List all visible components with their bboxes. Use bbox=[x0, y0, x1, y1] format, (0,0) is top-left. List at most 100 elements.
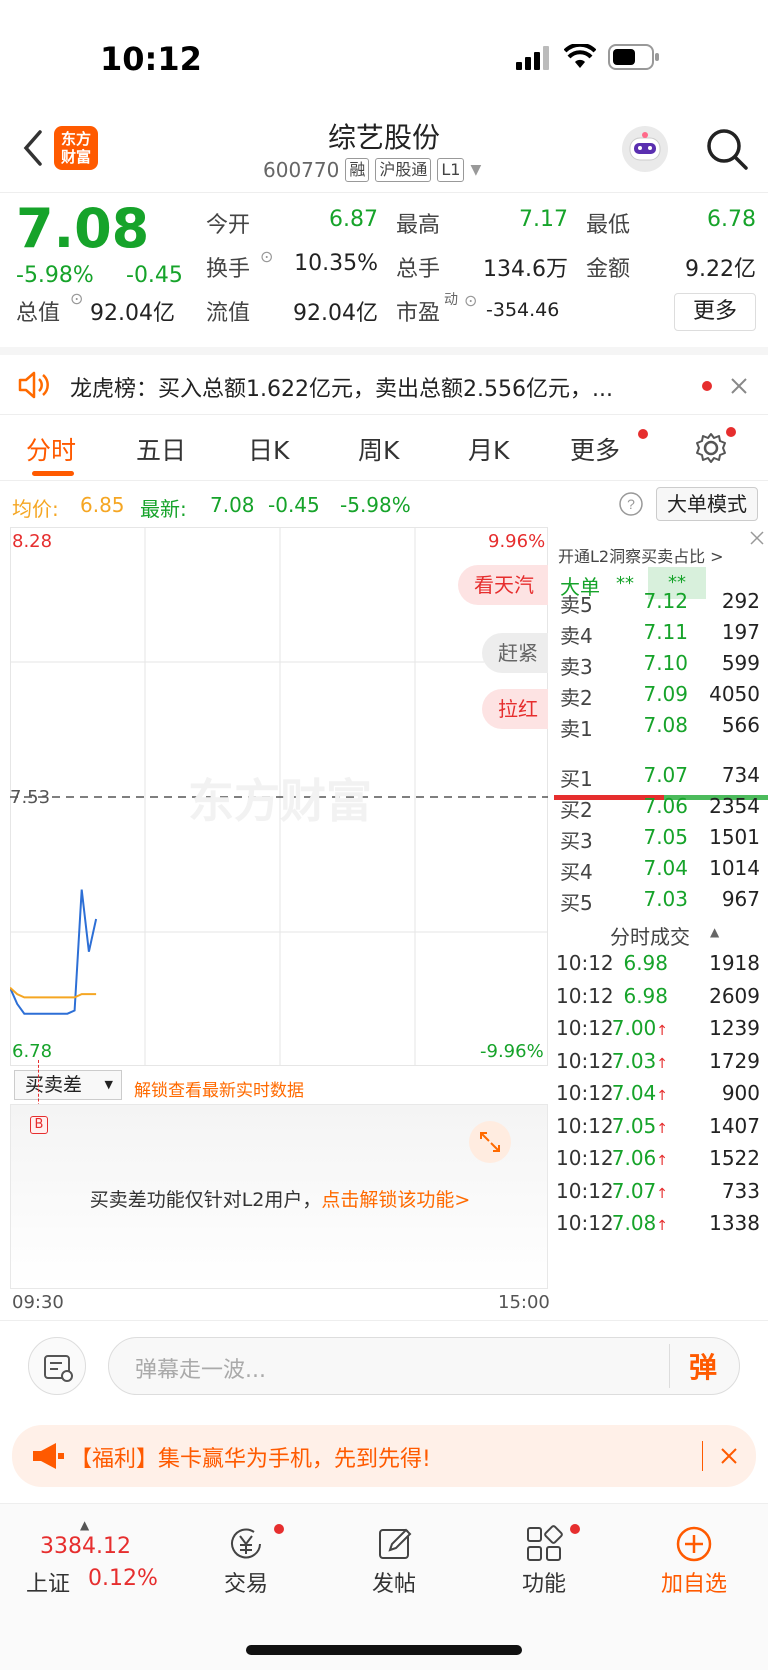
bid-price: 7.06 bbox=[643, 794, 688, 818]
arrow-up-icon: ↑ bbox=[656, 1218, 668, 1234]
danmaku-input-placeholder: 弹幕走一波... bbox=[135, 1358, 266, 1383]
expand-icon[interactable] bbox=[469, 1121, 511, 1163]
close-icon[interactable] bbox=[720, 1447, 738, 1465]
indicator-select[interactable]: 买卖差 ▼ bbox=[14, 1070, 122, 1100]
notes-icon[interactable] bbox=[28, 1337, 86, 1395]
bid-volume: 734 bbox=[721, 763, 760, 787]
tick-price: 7.08↑ bbox=[600, 1211, 668, 1235]
ticks-title[interactable]: 分时成交 bbox=[610, 921, 690, 950]
tab-five-day[interactable]: 五日 bbox=[136, 431, 186, 467]
intraday-info-row: 均价: 6.85 最新: 7.08 -0.45 -5.98% ? 大单模式 bbox=[0, 481, 768, 527]
tick-volume: 900 bbox=[721, 1081, 760, 1105]
more-button[interactable]: 更多 bbox=[674, 293, 756, 331]
grid-apps-icon bbox=[527, 1525, 563, 1561]
bid-level-label: 买2 bbox=[560, 798, 593, 822]
tick-price: 6.98 bbox=[600, 984, 668, 1008]
tick-price: 7.04↑ bbox=[600, 1081, 668, 1105]
tick-row: 10:12 7.00↑ 1239 bbox=[550, 1016, 768, 1046]
tick-price-value: 6.98 bbox=[623, 951, 668, 975]
intraday-chart[interactable]: 东方财富 8.28 7.53 6.78 9.96% -9.96% 看天汽 赶紧 … bbox=[10, 527, 548, 1067]
assistant-robot-icon[interactable] bbox=[622, 126, 668, 172]
tick-price-value: 7.05 bbox=[611, 1113, 657, 1138]
settings-gear-icon[interactable] bbox=[694, 431, 728, 465]
status-bar: 10:12 bbox=[0, 0, 768, 110]
unread-dot bbox=[638, 429, 648, 439]
chevron-down-icon[interactable]: ▼ bbox=[470, 162, 481, 178]
danmaku-send-button[interactable]: 弹 bbox=[689, 1346, 717, 1386]
search-icon[interactable] bbox=[704, 126, 750, 172]
tab-monthly-k[interactable]: 月K bbox=[468, 431, 509, 467]
pct-top-label: 9.96% bbox=[488, 531, 546, 552]
help-icon[interactable]: ? bbox=[618, 491, 644, 517]
index-name: 上证 bbox=[26, 1572, 71, 1597]
tick-row: 10:12 7.03↑ 1729 bbox=[550, 1049, 768, 1079]
y-axis-top-label: 8.28 bbox=[12, 531, 53, 552]
latest-percent: -5.98% bbox=[340, 493, 411, 517]
stock-code: 600770 bbox=[263, 158, 340, 182]
caret-up-icon[interactable]: ▲ bbox=[710, 925, 719, 939]
tab-daily-k[interactable]: 日K bbox=[248, 431, 289, 467]
order-book-panel: 开通L2洞察买卖占比 > 大单 ** ** 卖5 7.12 292 卖4 7.11 197… bbox=[550, 527, 768, 1317]
speaker-icon bbox=[18, 371, 49, 399]
unlock-feature-link[interactable]: 点击解锁该功能> bbox=[321, 1189, 470, 1211]
high-value: 7.17 bbox=[519, 207, 568, 232]
yen-cycle-icon bbox=[231, 1528, 261, 1559]
chevron-down-icon: ▼ bbox=[104, 1078, 113, 1091]
mktcap-label: 总值 bbox=[16, 301, 61, 326]
latest-change: -0.45 bbox=[268, 493, 320, 517]
latest-label: 最新: bbox=[140, 497, 187, 521]
unlock-realtime-link[interactable]: 解锁查看最新实时数据 bbox=[134, 1076, 304, 1101]
tab-weekly-k[interactable]: 周K bbox=[358, 431, 399, 467]
pe-value: -354.46 bbox=[486, 299, 560, 321]
tick-volume: 1338 bbox=[709, 1211, 760, 1235]
danmaku-bubble[interactable]: 赶紧 bbox=[482, 633, 548, 673]
unread-dot bbox=[726, 427, 736, 437]
promo-banner[interactable]: 【福利】集卡赢华为手机，先到先得! bbox=[12, 1425, 756, 1487]
ask-row: 卖5 7.12 292 bbox=[550, 589, 768, 619]
ask-row: 卖4 7.11 197 bbox=[550, 620, 768, 650]
big-order-mode-button[interactable]: 大单模式 bbox=[656, 487, 758, 521]
ask-level-label: 卖1 bbox=[560, 717, 593, 741]
danmaku-input[interactable]: 弹幕走一波... 弹 bbox=[108, 1337, 740, 1395]
arrow-up-icon: ↑ bbox=[656, 1185, 668, 1202]
open-value: 6.87 bbox=[329, 207, 378, 232]
amount-value: 9.22亿 bbox=[685, 257, 756, 282]
stock-code-row: 600770 融 沪股通 L1 ▼ bbox=[263, 158, 481, 182]
tick-price: 7.06↑ bbox=[600, 1146, 668, 1170]
tick-price: 7.00↑ bbox=[600, 1016, 668, 1040]
tick-row: 10:12 7.08↑ 1338 bbox=[550, 1211, 768, 1241]
tick-row: 10:12 6.98 2609 bbox=[550, 984, 768, 1014]
ask-volume: 4050 bbox=[709, 682, 760, 706]
info-icon[interactable]: ⊙ bbox=[464, 291, 477, 310]
tab-more[interactable]: 更多 bbox=[570, 431, 620, 467]
tick-volume: 1407 bbox=[709, 1113, 760, 1138]
caret-up-icon: ▲ bbox=[80, 1518, 90, 1532]
quote-panel: 7.08 -5.98% -0.45 今开 6.87 最高 7.17 最低 6.7… bbox=[0, 192, 768, 347]
tag-hk-connect: 沪股通 bbox=[375, 158, 432, 182]
bid-price: 7.05 bbox=[643, 825, 688, 849]
time-axis-end: 15:00 bbox=[498, 1292, 550, 1313]
open-label: 今开 bbox=[206, 213, 251, 238]
tick-price-value: 7.06 bbox=[611, 1146, 657, 1170]
bid-level-label: 买1 bbox=[560, 767, 593, 791]
danmaku-bubble[interactable]: 看天汽 bbox=[458, 565, 548, 605]
tick-row: 10:12 7.05↑ 1407 bbox=[550, 1114, 768, 1144]
ask-level-label: 卖4 bbox=[560, 624, 593, 648]
megaphone-icon bbox=[33, 1443, 64, 1469]
close-icon[interactable] bbox=[730, 377, 748, 395]
dragon-tiger-notice[interactable]: 龙虎榜：买入总额1.622亿元，卖出总额2.556亿元，... bbox=[0, 347, 768, 415]
tick-price-value: 7.03 bbox=[611, 1048, 657, 1073]
wifi-icon bbox=[564, 44, 596, 68]
buy-point-marker[interactable]: B bbox=[30, 1116, 48, 1134]
l2-panel-text: 买卖差功能仅针对L2用户， bbox=[89, 1189, 322, 1211]
close-icon[interactable] bbox=[748, 529, 766, 547]
stock-header: 东方财富 综艺股份 600770 融 沪股通 L1 ▼ bbox=[0, 110, 768, 192]
info-icon[interactable]: ⊙ bbox=[260, 247, 273, 266]
info-icon[interactable]: ⊙ bbox=[70, 289, 83, 308]
ask-price: 7.12 bbox=[643, 589, 688, 613]
tab-intraday[interactable]: 分时 bbox=[26, 431, 76, 467]
l2-insight-link[interactable]: 开通L2洞察买卖占比 > bbox=[558, 543, 724, 567]
danmaku-bubble[interactable]: 拉红 bbox=[482, 689, 548, 729]
index-value: 3384.12 bbox=[40, 1534, 131, 1559]
spread-indicator-row: 买卖差 ▼ 解锁查看最新实时数据 bbox=[10, 1068, 548, 1104]
